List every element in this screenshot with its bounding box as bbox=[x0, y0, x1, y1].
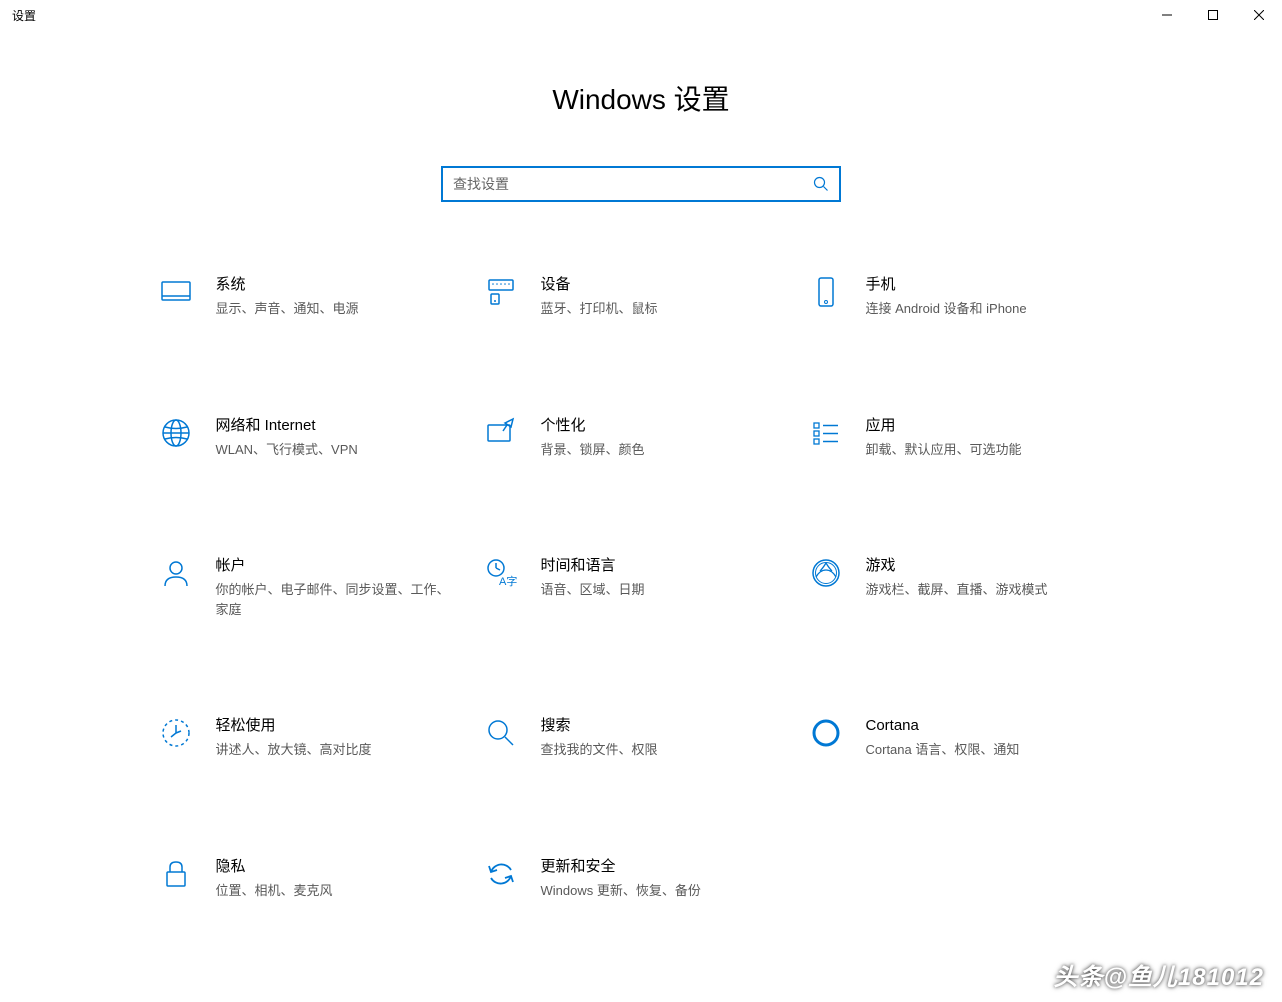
category-apps[interactable]: 应用 卸载、默认应用、可选功能 bbox=[804, 411, 1129, 464]
category-desc: 显示、声音、通知、电源 bbox=[216, 299, 455, 319]
category-desc: 你的帐户、电子邮件、同步设置、工作、家庭 bbox=[216, 580, 455, 619]
personalization-icon bbox=[483, 415, 519, 451]
category-title: 应用 bbox=[866, 415, 1105, 436]
category-title: 更新和安全 bbox=[541, 856, 780, 877]
category-title: 帐户 bbox=[216, 555, 455, 576]
category-desc: 连接 Android 设备和 iPhone bbox=[866, 299, 1105, 319]
category-title: 隐私 bbox=[216, 856, 455, 877]
privacy-icon bbox=[158, 856, 194, 892]
category-title: 搜索 bbox=[541, 715, 780, 736]
search-box[interactable] bbox=[441, 166, 841, 202]
categories-grid: 系统 显示、声音、通知、电源 设备 蓝牙、打印机、鼠标 手机 连接 Androi… bbox=[154, 270, 1129, 904]
search-icon bbox=[813, 176, 829, 192]
category-phone[interactable]: 手机 连接 Android 设备和 iPhone bbox=[804, 270, 1129, 323]
category-title: Cortana bbox=[866, 715, 1105, 736]
ease-of-access-icon bbox=[158, 715, 194, 751]
update-security-icon bbox=[483, 856, 519, 892]
gaming-icon bbox=[808, 555, 844, 591]
category-gaming[interactable]: 游戏 游戏栏、截屏、直播、游戏模式 bbox=[804, 551, 1129, 623]
category-title: 游戏 bbox=[866, 555, 1105, 576]
category-cortana[interactable]: Cortana Cortana 语言、权限、通知 bbox=[804, 711, 1129, 764]
window-controls bbox=[1144, 0, 1282, 30]
time-language-icon: A字 bbox=[483, 555, 519, 591]
accounts-icon bbox=[158, 555, 194, 591]
devices-icon bbox=[483, 274, 519, 310]
network-icon bbox=[158, 415, 194, 451]
watermark: 头条@鱼儿181012 bbox=[1054, 957, 1265, 992]
category-title: 轻松使用 bbox=[216, 715, 455, 736]
apps-icon bbox=[808, 415, 844, 451]
window-title: 设置 bbox=[12, 7, 36, 24]
category-desc: 蓝牙、打印机、鼠标 bbox=[541, 299, 780, 319]
main-content: Windows 设置 系统 显示、声音、通知、电源 设备 蓝牙、打印机、鼠标 bbox=[0, 30, 1282, 904]
category-title: 系统 bbox=[216, 274, 455, 295]
category-desc: 查找我的文件、权限 bbox=[541, 740, 780, 760]
category-title: 手机 bbox=[866, 274, 1105, 295]
category-devices[interactable]: 设备 蓝牙、打印机、鼠标 bbox=[479, 270, 804, 323]
category-network[interactable]: 网络和 Internet WLAN、飞行模式、VPN bbox=[154, 411, 479, 464]
page-title: Windows 设置 bbox=[552, 78, 729, 118]
category-title: 个性化 bbox=[541, 415, 780, 436]
category-desc: 讲述人、放大镜、高对比度 bbox=[216, 740, 455, 760]
category-ease-of-access[interactable]: 轻松使用 讲述人、放大镜、高对比度 bbox=[154, 711, 479, 764]
category-desc: Windows 更新、恢复、备份 bbox=[541, 881, 780, 901]
category-accounts[interactable]: 帐户 你的帐户、电子邮件、同步设置、工作、家庭 bbox=[154, 551, 479, 623]
category-title: 网络和 Internet bbox=[216, 415, 455, 436]
category-update-security[interactable]: 更新和安全 Windows 更新、恢复、备份 bbox=[479, 852, 804, 905]
close-button[interactable] bbox=[1236, 0, 1282, 30]
category-desc: 游戏栏、截屏、直播、游戏模式 bbox=[866, 580, 1105, 600]
cortana-icon bbox=[808, 715, 844, 751]
category-system[interactable]: 系统 显示、声音、通知、电源 bbox=[154, 270, 479, 323]
category-title: 设备 bbox=[541, 274, 780, 295]
titlebar: 设置 bbox=[0, 0, 1282, 30]
minimize-button[interactable] bbox=[1144, 0, 1190, 30]
category-desc: 位置、相机、麦克风 bbox=[216, 881, 455, 901]
maximize-button[interactable] bbox=[1190, 0, 1236, 30]
search-category-icon bbox=[483, 715, 519, 751]
system-icon bbox=[158, 274, 194, 310]
category-privacy[interactable]: 隐私 位置、相机、麦克风 bbox=[154, 852, 479, 905]
category-personalization[interactable]: 个性化 背景、锁屏、颜色 bbox=[479, 411, 804, 464]
category-search[interactable]: 搜索 查找我的文件、权限 bbox=[479, 711, 804, 764]
svg-text:A字: A字 bbox=[499, 574, 517, 588]
category-desc: 背景、锁屏、颜色 bbox=[541, 440, 780, 460]
category-desc: WLAN、飞行模式、VPN bbox=[216, 440, 455, 460]
category-title: 时间和语言 bbox=[541, 555, 780, 576]
category-time-language[interactable]: A字 时间和语言 语音、区域、日期 bbox=[479, 551, 804, 623]
phone-icon bbox=[808, 274, 844, 310]
category-desc: 卸载、默认应用、可选功能 bbox=[866, 440, 1105, 460]
category-desc: 语音、区域、日期 bbox=[541, 580, 780, 600]
search-input[interactable] bbox=[453, 176, 813, 192]
category-desc: Cortana 语言、权限、通知 bbox=[866, 740, 1105, 760]
